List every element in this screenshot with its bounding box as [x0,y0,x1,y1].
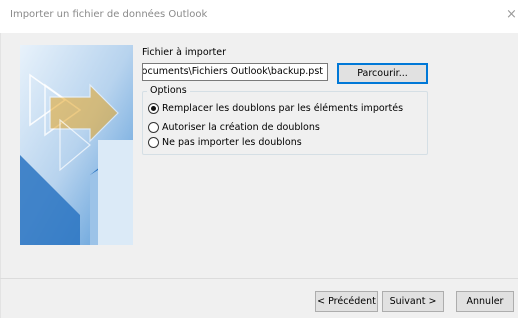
file-path-value: Documents\Fichiers Outlook\backup.pst [142,66,323,77]
file-to-import-label: Fichier à importer [142,47,227,58]
option-label: Ne pas importer les doublons [162,136,302,148]
option-label: Remplacer les doublons par les éléments … [162,102,404,114]
option-label: Autoriser la création de doublons [162,121,320,133]
cancel-button[interactable]: Annuler [456,291,514,312]
next-button[interactable]: Suivant > [382,291,444,312]
browse-button[interactable]: Parcourir... [337,63,428,84]
footer-separator [0,278,518,279]
back-button[interactable]: < Précédent [315,291,378,312]
title-bar: Importer un fichier de données Outlook × [0,0,518,33]
radio-button[interactable] [148,121,159,133]
radio-button[interactable] [148,136,159,148]
import-wizard-illustration-icon [20,45,133,245]
radio-button-checked[interactable] [148,102,159,114]
file-path-input[interactable]: Documents\Fichiers Outlook\backup.pst [142,63,328,81]
option-allow-duplicates[interactable]: Autoriser la création de doublons [148,120,320,134]
window-title: Importer un fichier de données Outlook [10,9,208,20]
option-replace-duplicates[interactable]: Remplacer les doublons par les éléments … [148,101,403,115]
close-icon[interactable]: × [506,6,518,24]
options-legend: Options [147,85,190,96]
option-do-not-import-duplicates[interactable]: Ne pas importer les doublons [148,135,302,149]
